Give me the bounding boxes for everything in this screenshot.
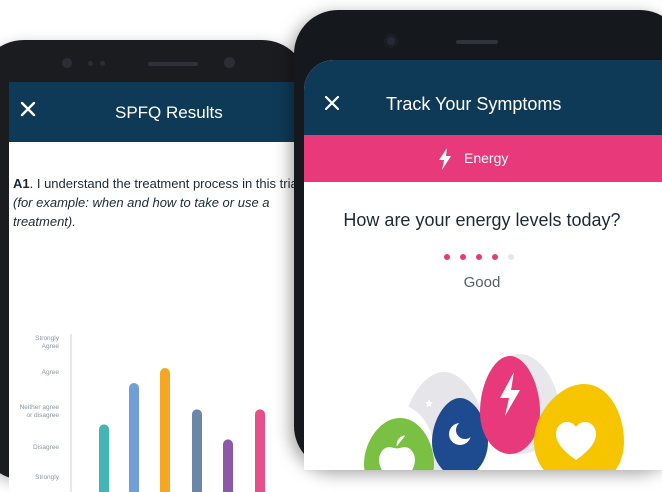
level-dot-empty: [508, 254, 514, 260]
front-camera-icon: [224, 57, 235, 68]
level-label: Good: [463, 274, 501, 291]
y-tick-label: Strongly Agree: [35, 335, 60, 350]
level-dot-filled: [476, 254, 482, 260]
close-icon[interactable]: [322, 93, 342, 113]
level-dot-filled: [460, 254, 466, 260]
chart-bar: [192, 409, 202, 492]
symptom-category-bar: Energy: [304, 135, 662, 182]
chart-bar: [223, 439, 233, 492]
page-title: Track Your Symptoms: [386, 94, 562, 114]
lightning-bolt-icon: [439, 148, 451, 170]
symptom-question: How are your energy levels today?: [343, 210, 621, 230]
chart-bar: [99, 424, 109, 492]
y-tick-label: Strongly: [35, 474, 60, 481]
spfq-results-screen: SPFQ Results A1. I understand the treatm…: [9, 82, 307, 492]
chart-bar: [255, 409, 265, 492]
level-dot-filled: [444, 254, 450, 260]
camera-icon: [62, 58, 72, 68]
sensor-dot: [88, 61, 93, 66]
level-indicator: [444, 247, 524, 260]
y-tick-label: Disagree: [33, 444, 59, 451]
front-camera-icon: [384, 34, 398, 48]
symptoms-header: Track Your Symptoms: [304, 60, 662, 135]
front-phone: Track Your Symptoms Energy How are your …: [294, 10, 662, 470]
results-bar-chart: Strongly Agree Agree Neither agree or disagr…: [20, 334, 265, 492]
y-tick-label: Agree: [42, 369, 60, 376]
mood-selector: [356, 354, 624, 470]
back-phone: SPFQ Results A1. I understand the treatm…: [0, 40, 308, 492]
sensor-dot: [100, 61, 105, 66]
y-tick-label: Neither agree or disagree: [20, 404, 60, 419]
chart-bar: [160, 368, 170, 492]
category-label: Energy: [464, 150, 509, 166]
track-symptoms-screen: Track Your Symptoms Energy How are your …: [304, 60, 662, 470]
speaker-grille: [456, 40, 498, 44]
level-dot-filled: [492, 254, 498, 260]
chart-bar: [129, 383, 139, 492]
speaker-grille: [148, 62, 198, 66]
